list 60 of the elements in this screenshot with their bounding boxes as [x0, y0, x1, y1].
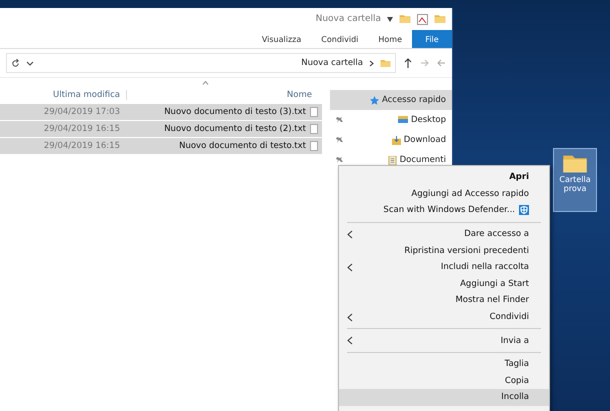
address-path: Nuova cartella	[301, 58, 363, 68]
new-folder-icon	[399, 14, 411, 24]
desktop-icon	[398, 116, 408, 124]
desktop-folder[interactable]: Cartella prova	[553, 148, 597, 212]
chevron-icon	[347, 336, 353, 346]
shield-icon	[519, 205, 529, 216]
sort-icon	[202, 81, 209, 85]
file-name: Nuovo documento di testo (2).txt	[163, 124, 306, 134]
download-icon	[392, 136, 401, 144]
pin-icon	[336, 136, 344, 144]
window-title: Nuova cartella	[316, 14, 381, 24]
address-bar[interactable]: Nuova cartella	[6, 53, 396, 73]
file-date: 29/04/2019 16:15	[42, 141, 121, 151]
star-icon	[370, 96, 379, 104]
folder-icon	[562, 153, 588, 174]
menu-item[interactable]: Copia	[339, 372, 549, 390]
menu-item[interactable]: Ripristina versioni precedenti	[339, 242, 549, 259]
menu-item[interactable]: Condividi	[339, 308, 549, 326]
menu-item[interactable]: Taglia	[339, 356, 549, 373]
file-name: Nuovo documento di testo (3).txt	[163, 107, 306, 117]
file-row[interactable]: 29/04/2019 17:03 Nuovo documento di testo (3).txt	[0, 104, 322, 120]
chevron-icon	[347, 230, 353, 239]
file-date: 29/04/2019 17:03	[42, 107, 121, 117]
nav-item[interactable]: Documenti	[330, 150, 452, 170]
nav-item[interactable]: Accesso rapido	[330, 90, 452, 110]
chevron-icon	[347, 262, 353, 272]
menu-item[interactable]: Mostra nel Finder	[339, 292, 549, 309]
refresh-icon[interactable]	[11, 58, 20, 68]
nav-item[interactable]: Download	[330, 130, 452, 150]
chevron-icon	[347, 312, 353, 322]
documents-icon	[388, 156, 397, 164]
menu-item[interactable]: Invia a	[339, 332, 549, 349]
menu-item[interactable]: Incolla	[339, 389, 549, 406]
pin-icon	[336, 156, 344, 164]
folder-label: Cartella prova	[558, 176, 592, 194]
up-icon[interactable]	[404, 58, 412, 68]
menu-item[interactable]: Scan with Windows Defender...	[339, 202, 549, 219]
properties-icon	[417, 14, 428, 24]
pin-icon	[336, 116, 344, 124]
menu-item[interactable]: Apri	[339, 169, 549, 186]
dropdown-icon[interactable]	[26, 60, 34, 66]
ribbon-tab[interactable]: Condividi	[311, 30, 368, 48]
file-name: Nuovo documento di testo.txt	[178, 141, 306, 151]
column-header[interactable]: Ultima modifica	[0, 90, 127, 100]
column-header[interactable]: Nome	[127, 90, 322, 100]
menu-item[interactable]: Aggiungi a Start	[339, 276, 549, 292]
folder-icon	[380, 58, 391, 68]
file-row[interactable]: 29/04/2019 16:15 Nuovo documento di testo.txt	[0, 138, 322, 154]
ribbon-tab[interactable]: File	[412, 30, 452, 48]
file-date: 29/04/2019 16:15	[42, 124, 121, 134]
ribbon-tab[interactable]: Home	[368, 30, 412, 48]
nav-item[interactable]: Desktop	[330, 110, 452, 130]
chevron-icon	[369, 60, 374, 66]
file-row[interactable]: 29/04/2019 16:15 Nuovo documento di testo (2).txt	[0, 121, 322, 137]
menu-item[interactable]: Aggiungi ad Accesso rapido	[339, 186, 549, 202]
ribbon-tab[interactable]: Visualizza	[252, 30, 312, 48]
menu-item[interactable]: Includi nella raccolta	[339, 258, 549, 276]
dropdown-icon[interactable]	[387, 16, 393, 22]
menu-item[interactable]: Dare accesso a	[339, 226, 549, 242]
folder-icon	[434, 14, 446, 24]
